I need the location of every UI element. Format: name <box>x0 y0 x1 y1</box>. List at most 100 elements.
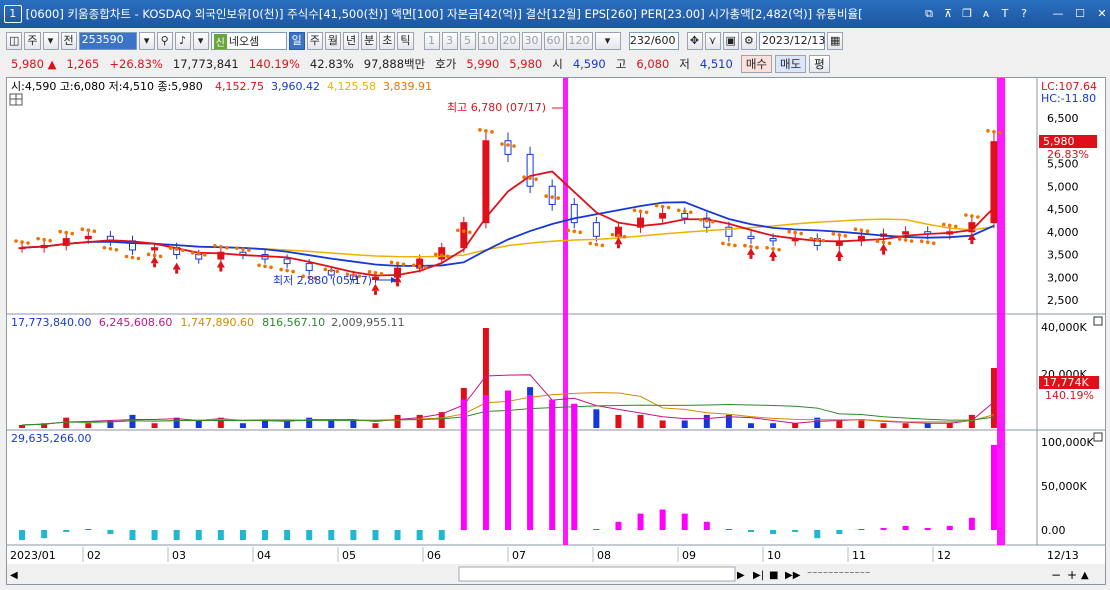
interval-3[interactable]: 3 <box>441 32 458 50</box>
close-icon[interactable]: ✕ <box>1094 6 1110 22</box>
zoom-in-icon[interactable]: + <box>1067 568 1077 582</box>
stop-icon[interactable]: ■ <box>769 570 778 581</box>
save-icon[interactable]: ▣ <box>722 32 739 50</box>
pin-icon[interactable]: ⊼ <box>940 6 956 22</box>
interval-120[interactable]: 120 <box>565 32 593 50</box>
interval-30[interactable]: 30 <box>521 32 542 50</box>
panel-close-icon[interactable] <box>1093 316 1103 326</box>
maximize-icon[interactable]: ☐ <box>1072 6 1088 22</box>
sar-dot <box>765 245 769 250</box>
date-axis: 2023/01 02 03 04 05 06 07 08 09 10 11 12 12/13 <box>10 547 1079 562</box>
interval-dropdown[interactable]: ▾ <box>594 32 621 50</box>
candle-body <box>151 247 159 251</box>
sar-dot <box>180 248 185 252</box>
candle-body <box>482 140 490 224</box>
date-label-6: 07 <box>512 549 526 562</box>
low-label: 저 <box>679 57 690 71</box>
tab-period-tick[interactable]: 틱 <box>397 32 414 50</box>
volume-bar <box>858 420 865 428</box>
restore-icon[interactable]: ❐ <box>959 6 975 22</box>
indicator-bar <box>394 530 401 540</box>
sar-dot <box>815 237 820 242</box>
stock-name-field[interactable]: 신 네오셈 <box>210 32 287 50</box>
buy-button[interactable]: 매수 <box>740 55 772 73</box>
dropdown-icon[interactable]: ▾ <box>192 32 209 50</box>
scroll-end-icon[interactable]: ▶| <box>753 570 764 581</box>
speaker-icon[interactable]: ♪ <box>174 32 191 50</box>
sar-dot <box>616 233 621 238</box>
sar-dot <box>263 264 267 269</box>
settings-icon[interactable]: ⚙ <box>740 32 757 50</box>
code-dropdown-icon[interactable]: ▾ <box>138 32 155 50</box>
sar-dot <box>490 130 494 134</box>
period-type-button[interactable]: 주 <box>24 32 41 50</box>
interval-60[interactable]: 60 <box>543 32 564 50</box>
sar-dot <box>158 254 163 259</box>
date-input[interactable]: 2023/12/13 <box>758 32 825 50</box>
sell-button[interactable]: 매도 <box>774 55 807 73</box>
interval-20[interactable]: 20 <box>499 32 520 50</box>
interval-10[interactable]: 10 <box>477 32 498 50</box>
text-icon[interactable]: T <box>997 6 1013 22</box>
scroll-right-icon[interactable]: ▶ <box>737 570 745 581</box>
sar-dot <box>257 263 261 268</box>
tab-period-year[interactable]: 년 <box>343 32 360 50</box>
sar-dot <box>124 254 129 259</box>
calendar-icon[interactable]: ▦ <box>826 32 844 50</box>
chevron-down-icon[interactable]: ▾ <box>42 32 59 50</box>
indicator-icon[interactable]: ⋎ <box>704 32 721 50</box>
sar-dot <box>456 228 460 233</box>
sar-dot <box>947 223 952 228</box>
zoom-slider[interactable]: ⁻⁻⁻⁻⁻⁻⁻⁻⁻⁻⁻⁻ <box>807 570 870 581</box>
sar-dot <box>389 260 394 265</box>
search-icon[interactable]: ⚲ <box>156 32 173 50</box>
sar-dot <box>468 230 472 235</box>
indicator-bar <box>747 530 754 533</box>
prev-button[interactable]: 전 <box>60 32 77 50</box>
tab-period-month[interactable]: 월 <box>324 32 342 50</box>
date-label-12: 12/13 <box>1047 549 1079 562</box>
fast-forward-icon[interactable]: ▶▶ <box>785 570 801 581</box>
tab-period-day[interactable]: 일 <box>288 32 305 50</box>
chart-area[interactable]: 시:4,590 고:6,080 저:4,510 종:5,980 4,152.75… <box>6 77 1106 585</box>
panel-close-icon-2[interactable] <box>1093 432 1103 442</box>
eval-button[interactable]: 평 <box>809 55 830 73</box>
scroll-end-right-icon[interactable]: ▲ <box>1081 570 1089 581</box>
candle-body <box>84 235 92 240</box>
sar-dot <box>522 175 526 179</box>
sar-dot <box>976 215 980 219</box>
tool-icon[interactable]: ✥ <box>686 32 703 50</box>
chart-canvas[interactable]: 시:4,590 고:6,080 저:4,510 종:5,980 4,152.75… <box>7 78 1105 584</box>
price-tick-4: 4,500 <box>1047 203 1079 216</box>
tab-period-week[interactable]: 주 <box>306 32 323 50</box>
interval-1[interactable]: 1 <box>423 32 440 50</box>
link-icon[interactable]: ⧉ <box>921 6 937 22</box>
candle-body <box>681 213 689 219</box>
scrollbar-thumb[interactable] <box>458 566 736 582</box>
interval-5[interactable]: 5 <box>459 32 476 50</box>
volume-bar <box>880 423 887 428</box>
panel-toggle-icon[interactable]: ◫ <box>6 32 23 50</box>
sar-dot <box>881 240 886 245</box>
volume-bar <box>328 420 335 428</box>
tab-period-second[interactable]: 초 <box>379 32 396 50</box>
date-label-3: 04 <box>257 549 271 562</box>
scroll-left-icon[interactable]: ◀ <box>10 570 18 581</box>
minimize-icon[interactable]: — <box>1050 6 1066 22</box>
sar-dot <box>114 247 119 252</box>
tab-period-minute[interactable]: 분 <box>361 32 378 50</box>
buy-arrow-stem <box>882 250 886 255</box>
volume-bar <box>681 420 688 428</box>
zoom-out-icon[interactable]: − <box>1051 568 1061 582</box>
volume-bar <box>814 417 821 428</box>
open-label: 시 <box>552 57 563 71</box>
stock-code-input[interactable]: 253590 <box>78 32 137 50</box>
sar-dot <box>168 246 173 250</box>
font-size-icon[interactable]: ᴀ <box>978 6 994 22</box>
help-icon[interactable]: ? <box>1016 6 1032 22</box>
data-count-input[interactable]: 232/600 <box>628 32 679 50</box>
sar-dot <box>20 240 24 244</box>
volume-bar <box>239 423 246 428</box>
window-number[interactable]: 1 <box>4 5 22 23</box>
buy-arrow-stem <box>175 269 179 274</box>
